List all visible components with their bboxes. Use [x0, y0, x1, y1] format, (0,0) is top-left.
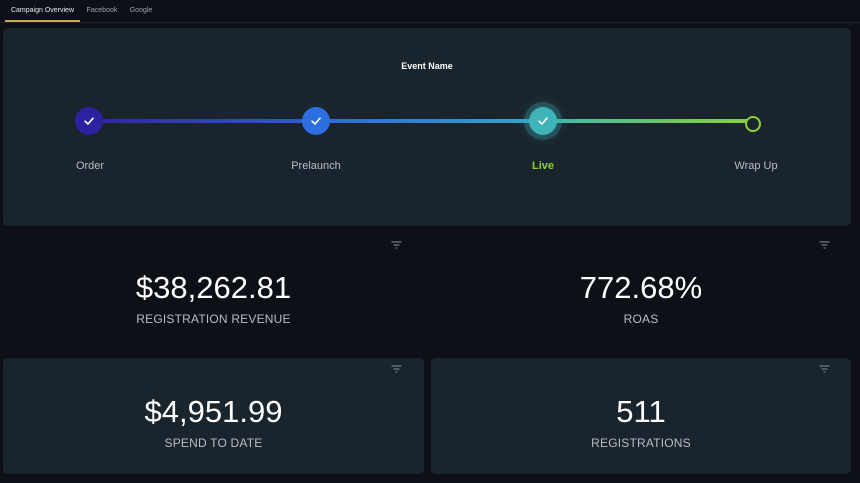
tab-google[interactable]: Google [126, 0, 156, 22]
kpi-card-registrations: 511 REGISTRATIONS [431, 358, 851, 474]
filter-icon[interactable] [819, 241, 830, 249]
stage-label-order: Order [75, 160, 105, 172]
kpi-card-spend-to-date: $4,951.99 SPEND TO DATE [3, 358, 424, 474]
progress-track-live-wrapup [543, 119, 753, 123]
event-progress-panel: Event Name Order Prelaunch Live Wrap Up [3, 28, 851, 226]
kpi-label: SPEND TO DATE [164, 436, 263, 450]
stage-label-wrap-up: Wrap Up [734, 160, 778, 172]
filter-icon[interactable] [819, 365, 830, 373]
progress-track-prelaunch-live [316, 119, 543, 123]
checkmark-icon [311, 117, 321, 125]
kpi-label: REGISTRATIONS [591, 436, 691, 450]
event-title: Event Name [401, 61, 453, 71]
progress-track-order-prelaunch [90, 119, 316, 123]
kpi-value: $38,262.81 [135, 270, 292, 305]
kpi-card-registration-revenue: $38,262.81 REGISTRATION REVENUE [3, 232, 424, 350]
kpi-value: 772.68% [579, 270, 703, 305]
tab-campaign-overview[interactable]: Campaign Overview [5, 0, 80, 22]
kpi-label: ROAS [623, 312, 659, 326]
kpi-label: REGISTRATION REVENUE [136, 312, 291, 326]
checkmark-icon [538, 117, 548, 125]
tab-facebook[interactable]: Facebook [83, 0, 121, 22]
kpi-value: 511 [616, 394, 666, 429]
tab-bar: Campaign Overview Facebook Google [0, 0, 860, 23]
filter-icon[interactable] [391, 365, 402, 373]
stage-label-live: Live [531, 160, 554, 172]
stage-label-prelaunch: Prelaunch [291, 160, 341, 172]
kpi-value: $4,951.99 [144, 394, 283, 429]
stage-wrap-up-node[interactable] [745, 116, 761, 132]
stage-live-node[interactable] [529, 107, 557, 135]
stage-prelaunch-node[interactable] [302, 107, 330, 135]
filter-icon[interactable] [391, 241, 402, 249]
checkmark-icon [84, 117, 94, 125]
kpi-card-roas: 772.68% ROAS [431, 232, 851, 350]
stage-order-node[interactable] [75, 107, 103, 135]
